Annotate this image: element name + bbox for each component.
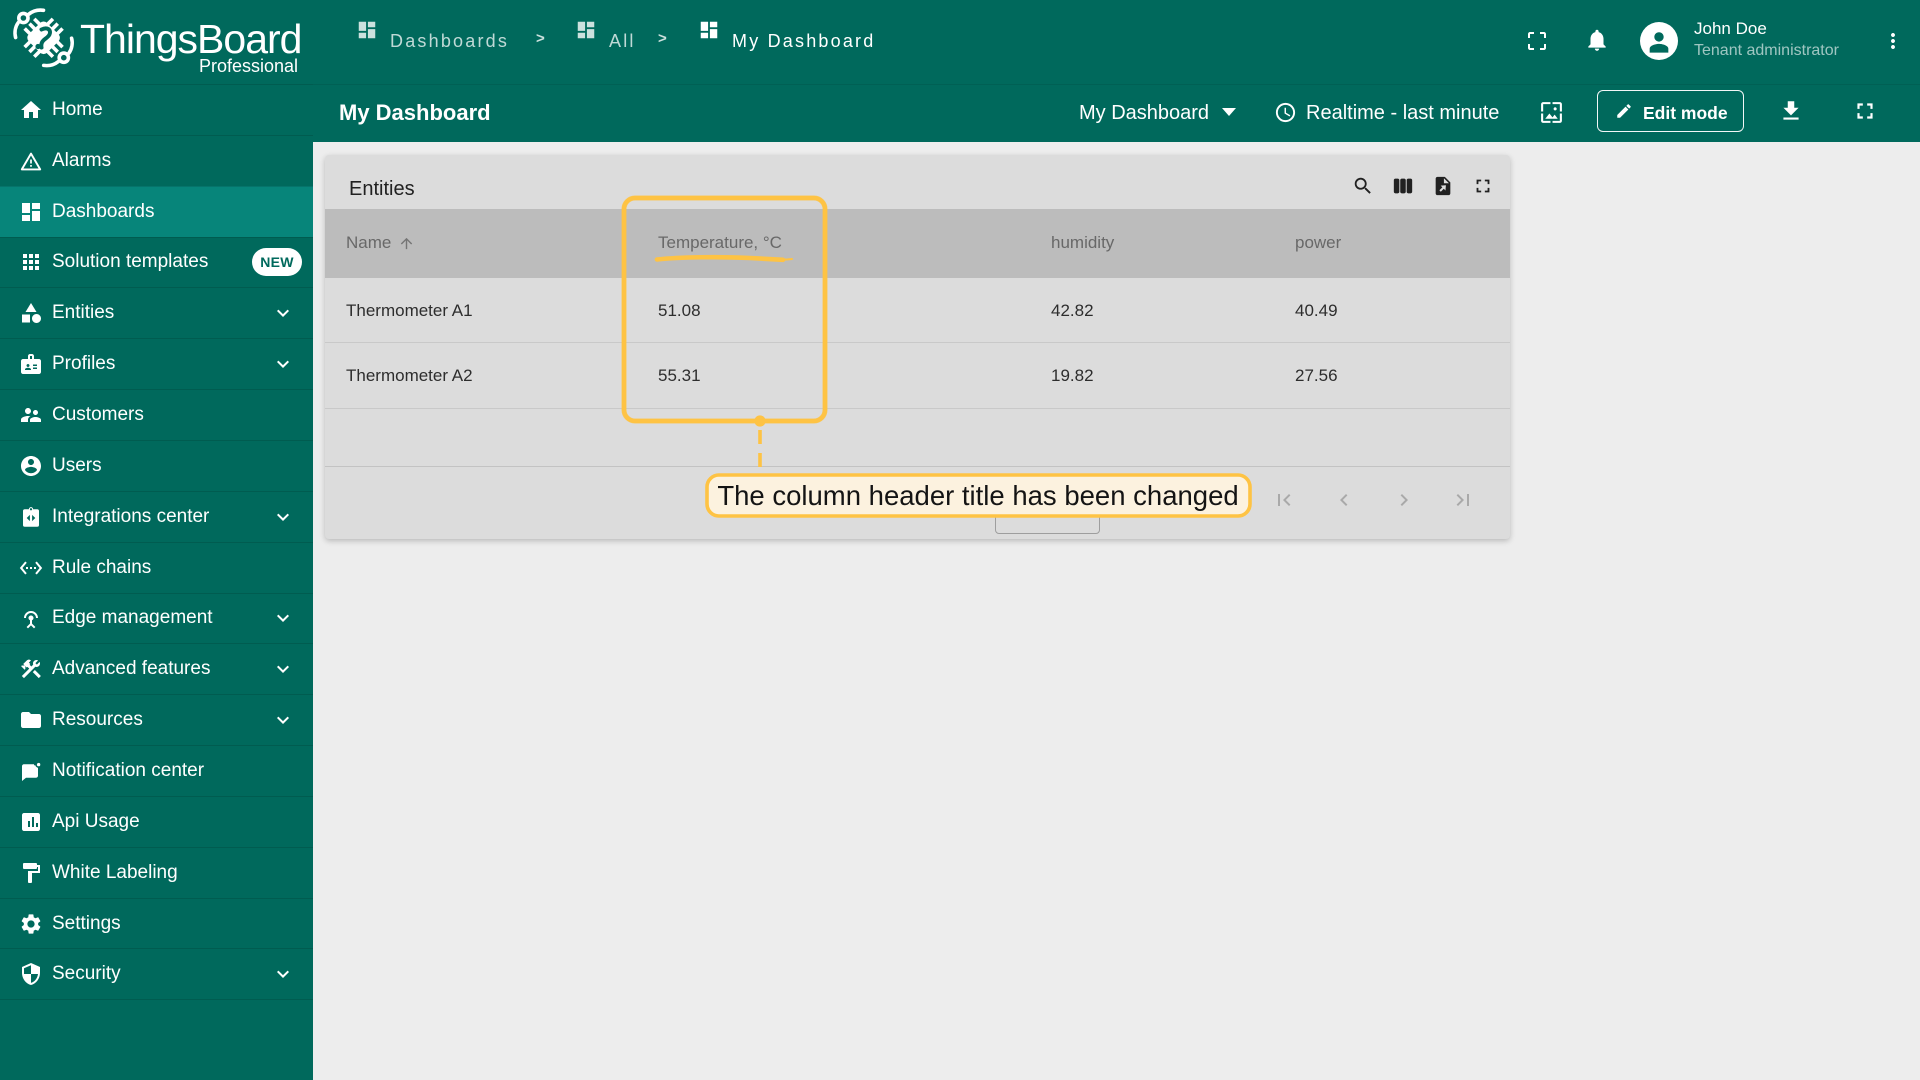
svg-text:Professional: Professional bbox=[199, 56, 298, 76]
